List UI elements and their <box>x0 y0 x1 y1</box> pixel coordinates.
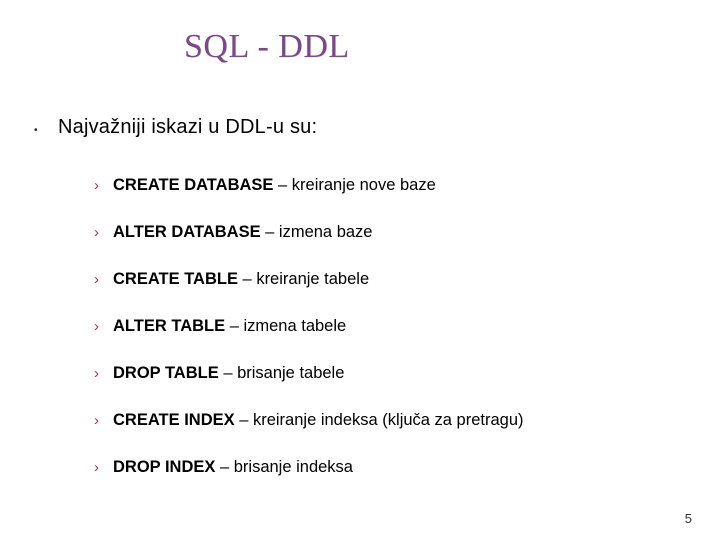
list-item: › DROP INDEX – brisanje indeksa <box>94 458 524 478</box>
list-item: › CREATE DATABASE – kreiranje nove baze <box>94 176 524 196</box>
main-bullet: • Najvažniji iskazi u DDL-u su: <box>34 116 317 139</box>
sub-list: › CREATE DATABASE – kreiranje nove baze … <box>94 176 524 505</box>
chevron-icon: › <box>94 411 99 431</box>
bullet-dot-icon: • <box>34 125 40 131</box>
chevron-icon: › <box>94 223 99 243</box>
list-item: › CREATE INDEX – kreiranje indeksa (klju… <box>94 411 524 431</box>
list-item-text: ALTER TABLE – izmena tabele <box>113 317 346 336</box>
list-item-text: CREATE DATABASE – kreiranje nove baze <box>113 176 436 195</box>
chevron-icon: › <box>94 317 99 337</box>
list-item-text: CREATE TABLE – kreiranje tabele <box>113 270 369 289</box>
chevron-icon: › <box>94 364 99 384</box>
list-item: › ALTER TABLE – izmena tabele <box>94 317 524 337</box>
page-number: 5 <box>685 511 692 526</box>
list-item-text: CREATE INDEX – kreiranje indeksa (ključa… <box>113 411 524 430</box>
slide-title: SQL - DDL <box>184 28 350 66</box>
chevron-icon: › <box>94 176 99 196</box>
list-item: › CREATE TABLE – kreiranje tabele <box>94 270 524 290</box>
list-item: › ALTER DATABASE – izmena baze <box>94 223 524 243</box>
main-bullet-text: Najvažniji iskazi u DDL-u su: <box>58 116 317 139</box>
list-item-text: DROP INDEX – brisanje indeksa <box>113 458 353 477</box>
chevron-icon: › <box>94 458 99 478</box>
list-item-text: DROP TABLE – brisanje tabele <box>113 364 344 383</box>
list-item: › DROP TABLE – brisanje tabele <box>94 364 524 384</box>
chevron-icon: › <box>94 270 99 290</box>
list-item-text: ALTER DATABASE – izmena baze <box>113 223 372 242</box>
